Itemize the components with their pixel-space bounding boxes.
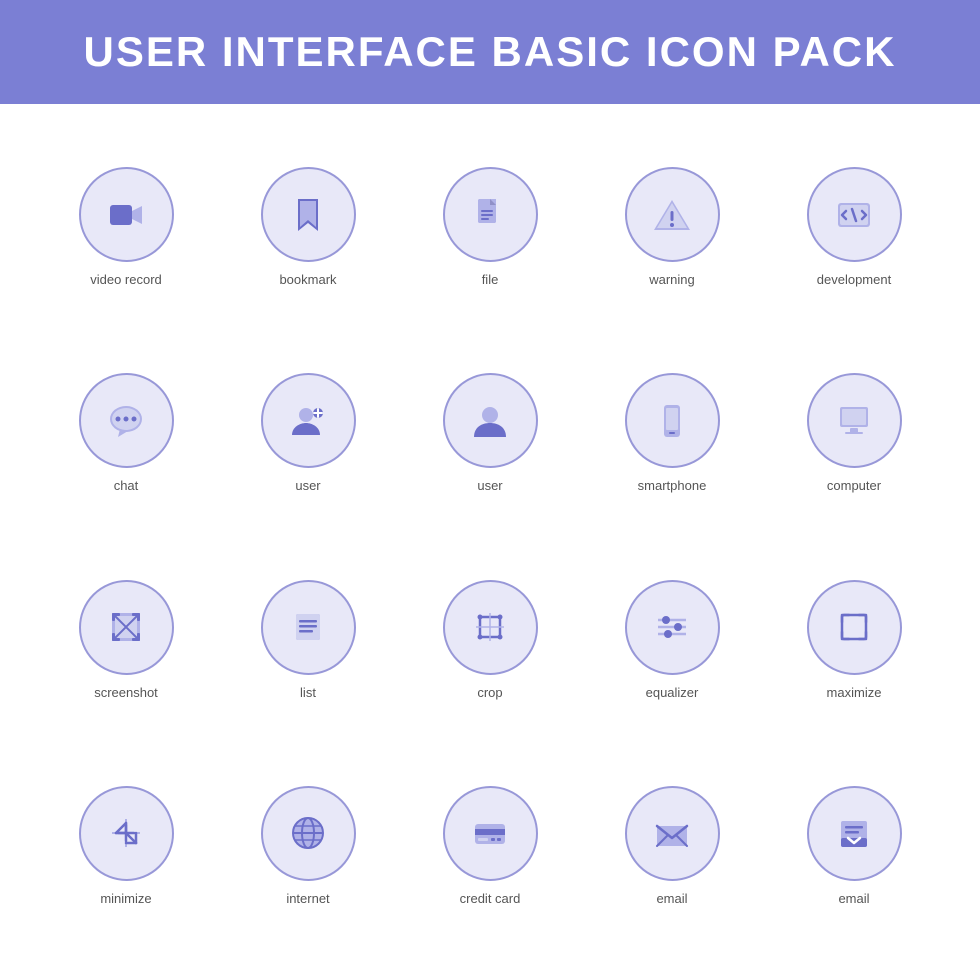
icon-circle-warning [625, 167, 720, 262]
icon-circle-equalizer [625, 580, 720, 675]
icon-item-user1: user [222, 340, 394, 526]
icon-label-chat: chat [114, 478, 139, 493]
icon-circle-internet [261, 786, 356, 881]
icon-label-email2: email [838, 891, 869, 906]
icon-item-list: list [222, 547, 394, 733]
icon-item-email2: email [768, 753, 940, 939]
icon-circle-list [261, 580, 356, 675]
icon-item-equalizer: equalizer [586, 547, 758, 733]
icon-item-file: file [404, 134, 576, 320]
icon-label-equalizer: equalizer [646, 685, 699, 700]
icon-item-user2: user [404, 340, 576, 526]
icon-item-crop: crop [404, 547, 576, 733]
header: USER INTERFACE BASIC ICON PACK [0, 0, 980, 104]
icon-circle-email1 [625, 786, 720, 881]
icon-label-crop: crop [477, 685, 502, 700]
page-title: USER INTERFACE BASIC ICON PACK [20, 28, 960, 76]
icon-circle-computer [807, 373, 902, 468]
icon-circle-credit-card [443, 786, 538, 881]
icon-label-maximize: maximize [827, 685, 882, 700]
icon-circle-crop [443, 580, 538, 675]
icon-item-maximize: maximize [768, 547, 940, 733]
icon-item-video-record: video record [40, 134, 212, 320]
icon-label-file: file [482, 272, 499, 287]
icon-label-development: development [817, 272, 891, 287]
icon-label-minimize: minimize [100, 891, 151, 906]
icon-item-computer: computer [768, 340, 940, 526]
icon-label-smartphone: smartphone [638, 478, 707, 493]
icon-item-bookmark: bookmark [222, 134, 394, 320]
icon-circle-smartphone [625, 373, 720, 468]
icon-label-screenshot: screenshot [94, 685, 158, 700]
icon-circle-user1 [261, 373, 356, 468]
icon-circle-maximize [807, 580, 902, 675]
icon-item-internet: internet [222, 753, 394, 939]
icon-label-user1: user [295, 478, 320, 493]
icon-circle-development [807, 167, 902, 262]
icon-circle-minimize [79, 786, 174, 881]
icon-label-internet: internet [286, 891, 329, 906]
icon-label-email1: email [656, 891, 687, 906]
icon-circle-file [443, 167, 538, 262]
icon-label-bookmark: bookmark [279, 272, 336, 287]
icon-label-video-record: video record [90, 272, 162, 287]
icon-circle-chat [79, 373, 174, 468]
icon-item-chat: chat [40, 340, 212, 526]
icon-item-screenshot: screenshot [40, 547, 212, 733]
icon-circle-screenshot [79, 580, 174, 675]
icon-circle-email2 [807, 786, 902, 881]
icon-label-user2: user [477, 478, 502, 493]
icon-label-credit-card: credit card [460, 891, 521, 906]
icon-circle-bookmark [261, 167, 356, 262]
icon-item-credit-card: credit card [404, 753, 576, 939]
icon-circle-video-record [79, 167, 174, 262]
icon-label-list: list [300, 685, 316, 700]
icon-item-email1: email [586, 753, 758, 939]
icon-label-warning: warning [649, 272, 695, 287]
icon-item-smartphone: smartphone [586, 340, 758, 526]
icon-item-minimize: minimize [40, 753, 212, 939]
icon-grid: video record bookmark fil [0, 104, 980, 969]
icon-circle-user2 [443, 373, 538, 468]
icon-item-warning: warning [586, 134, 758, 320]
icon-item-development: development [768, 134, 940, 320]
icon-label-computer: computer [827, 478, 881, 493]
